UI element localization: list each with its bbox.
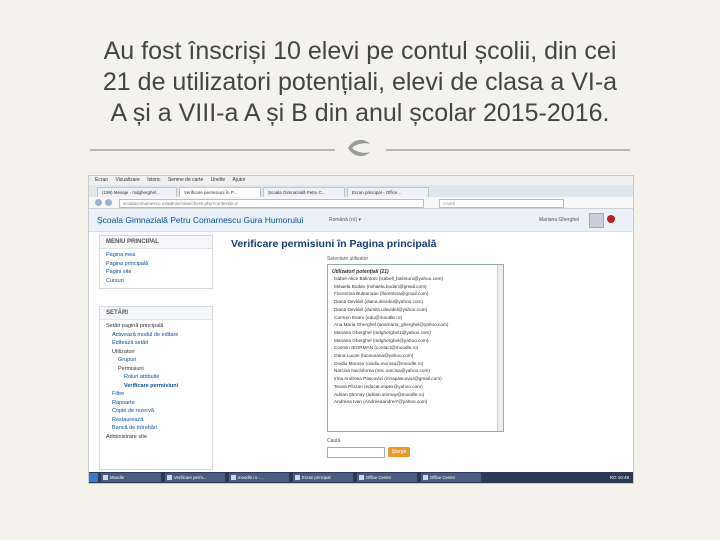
list-item[interactable]: Ana Maria Gherghel (anamaria_gherghel@ya… bbox=[328, 321, 503, 329]
taskbar-item[interactable]: Ecran principal bbox=[293, 473, 353, 482]
slide-title-line-2: 21 de utilizatori potențiali, elevi de c… bbox=[102, 68, 618, 96]
settings-question-bank[interactable]: Bancă de întrebări bbox=[106, 424, 212, 433]
settings-permissions[interactable]: Permisiuni bbox=[106, 365, 212, 374]
page-title: Verificare permisiuni în Pagina principa… bbox=[231, 238, 437, 250]
find-input[interactable] bbox=[327, 447, 385, 458]
list-item[interactable]: Isabel-Alice Balintoni (isabell_balinton… bbox=[328, 275, 503, 283]
settings-block: SETĂRI Setări pagină principală Activeaz… bbox=[99, 306, 213, 470]
tab-mail[interactable]: (199) Mesaje - mdgherghel... bbox=[97, 187, 177, 197]
browser-search-input[interactable]: Caută bbox=[439, 199, 564, 208]
back-icon[interactable] bbox=[95, 199, 102, 206]
settings-check-permissions[interactable]: Verificare permisiuni bbox=[106, 382, 212, 391]
menu-tools[interactable]: Unelte bbox=[211, 177, 225, 183]
list-item[interactable]: Cosmin IEORMAN (contact@moodle.ro) bbox=[328, 344, 503, 352]
list-item[interactable]: Diana Devidel (dumitru.devidel@yahoo.com… bbox=[328, 306, 503, 314]
avatar[interactable] bbox=[589, 213, 604, 228]
slide-title-line-3: A și a VIII-a A și B din anul școlar 201… bbox=[110, 99, 610, 127]
title-divider-right bbox=[386, 149, 630, 151]
taskbar-clock: RO 10:49 bbox=[609, 475, 629, 480]
list-item[interactable]: Mariana Gherghel (mdgherghel@yahoo.com) bbox=[328, 337, 503, 345]
taskbar-item[interactable]: Moodle bbox=[101, 473, 161, 482]
settings-backup[interactable]: Copie de rezervă bbox=[106, 407, 212, 416]
ornament-icon bbox=[348, 139, 370, 157]
main-menu-title: MENIU PRINCIPAL bbox=[100, 236, 212, 249]
settings-edit-settings[interactable]: Editează setări bbox=[106, 339, 212, 348]
tab-check-permissions[interactable]: Verificare permisiuni în P... bbox=[179, 187, 261, 197]
taskbar-item[interactable]: Verificare perm... bbox=[165, 473, 225, 482]
browser-menubar: Ecran Vizualizare Istoric Semne de carte… bbox=[89, 176, 633, 185]
settings-filters[interactable]: Filtre bbox=[106, 390, 212, 399]
list-item[interactable]: Mariana Gherghel (mdgherghel1@yahoo.com) bbox=[328, 329, 503, 337]
forward-icon[interactable] bbox=[105, 199, 112, 206]
slide-title: Au fost înscriși 10 elevi pe contul școl… bbox=[0, 36, 720, 129]
browser-toolbar: scoalacomarnescu.ro/admin/roles/check.ph… bbox=[89, 197, 633, 209]
find-label: Caută bbox=[327, 438, 341, 444]
slide-title-line-1: Au fost înscriși 10 elevi pe contul școl… bbox=[103, 37, 617, 65]
user-list-scrollbar[interactable] bbox=[497, 265, 503, 431]
list-item[interactable]: Adrian Știrmay (adrian.stirmay@moodle.ro… bbox=[328, 391, 503, 399]
browser-screenshot: Ecran Vizualizare Istoric Semne de carte… bbox=[88, 175, 634, 484]
settings-frontpage[interactable]: Setări pagină principală bbox=[106, 322, 212, 331]
user-list-header: Utilizatori potențiali (21) bbox=[332, 269, 389, 275]
nav-site-pages[interactable]: Pagini site bbox=[106, 268, 212, 277]
nav-courses[interactable]: Cursuri bbox=[106, 277, 212, 286]
settings-edit-mode[interactable]: Activează modul de editare bbox=[106, 331, 212, 340]
browser-tabs: (199) Mesaje - mdgherghel... Verificare … bbox=[89, 185, 633, 197]
address-bar[interactable]: scoalacomarnescu.ro/admin/roles/check.ph… bbox=[119, 199, 424, 208]
main-menu-list: Pagina mea Pagina principală Pagini site… bbox=[100, 249, 212, 285]
menu-view[interactable]: Vizualizare bbox=[115, 177, 139, 183]
taskbar-item[interactable]: Office Center bbox=[357, 473, 417, 482]
menu-bookmarks[interactable]: Semne de carte bbox=[168, 177, 203, 183]
tab-school[interactable]: Școala Gimnazială Petru C... bbox=[263, 187, 345, 197]
list-item[interactable]: Mihaela Bodan (mihaela.bodan@gmail.com) bbox=[328, 283, 503, 291]
list-item[interactable]: Andreea Ivan (Andreeaandrei7@yahoo.com) bbox=[328, 398, 503, 406]
settings-site-admin[interactable]: Administrare site bbox=[106, 433, 212, 442]
list-item[interactable]: Irina Andreea Pascovici (irinapascovici@… bbox=[328, 375, 503, 383]
menu-help[interactable]: Ajutor bbox=[233, 177, 246, 183]
settings-restore[interactable]: Restaurează bbox=[106, 416, 212, 425]
site-header: Școala Gimnazială Petru Comarnescu Gura … bbox=[89, 209, 633, 232]
list-item[interactable]: Oana Lucan (lucanoana@yahoo.com) bbox=[328, 352, 503, 360]
list-item[interactable]: Narcisa Nechiforea (nec.narcisa@yahoo.co… bbox=[328, 367, 503, 375]
nav-home[interactable]: Pagina principală bbox=[106, 260, 212, 269]
list-item[interactable]: Teona Pînzari (educat.impex@yahoo.com) bbox=[328, 383, 503, 391]
start-button[interactable] bbox=[89, 473, 98, 482]
menu-file[interactable]: Ecran bbox=[95, 177, 108, 183]
menu-history[interactable]: Istoric bbox=[147, 177, 160, 183]
list-item[interactable]: Diana Devidel (diana.devidel@yahoo.com) bbox=[328, 298, 503, 306]
list-item[interactable]: Ovidiu Moroșu (ovidiu.morosu@moodle.ro) bbox=[328, 360, 503, 368]
settings-title: SETĂRI bbox=[100, 307, 212, 320]
taskbar-item[interactable]: Office Center bbox=[421, 473, 481, 482]
user-select-list[interactable]: Utilizatori potențiali (21) Isabel-Alice… bbox=[327, 264, 504, 432]
clear-button[interactable]: Șterge bbox=[388, 447, 410, 457]
tab-office[interactable]: Ecran principal - Office... bbox=[347, 187, 429, 197]
user-name[interactable]: Mariana Gherghel bbox=[539, 217, 579, 223]
settings-list: Setări pagină principală Activează modul… bbox=[100, 320, 212, 441]
site-name[interactable]: Școala Gimnazială Petru Comarnescu Gura … bbox=[97, 215, 303, 225]
admin-icon[interactable] bbox=[607, 215, 615, 223]
settings-assigned-roles[interactable]: Roluri atribuite bbox=[106, 373, 212, 382]
taskbar: Moodle Verificare perm... moodle.ro - ..… bbox=[89, 472, 633, 483]
settings-users[interactable]: Utilizatori bbox=[106, 348, 212, 357]
select-user-label: Selectare utilizator bbox=[327, 256, 369, 262]
language-select[interactable]: Română (ro) ▾ bbox=[329, 217, 361, 223]
settings-groups[interactable]: Grupuri bbox=[106, 356, 212, 365]
settings-reports[interactable]: Rapoarte bbox=[106, 399, 212, 408]
list-item[interactable]: Florentina Buleanuan (florentina@gmail.c… bbox=[328, 290, 503, 298]
main-menu-block: MENIU PRINCIPAL Pagina mea Pagina princi… bbox=[99, 235, 213, 289]
list-item[interactable]: Carmen Esaru (edu@moodle.ro) bbox=[328, 314, 503, 322]
taskbar-item[interactable]: moodle.ro - ... bbox=[229, 473, 289, 482]
title-divider-left bbox=[90, 149, 335, 151]
nav-my-page[interactable]: Pagina mea bbox=[106, 251, 212, 260]
